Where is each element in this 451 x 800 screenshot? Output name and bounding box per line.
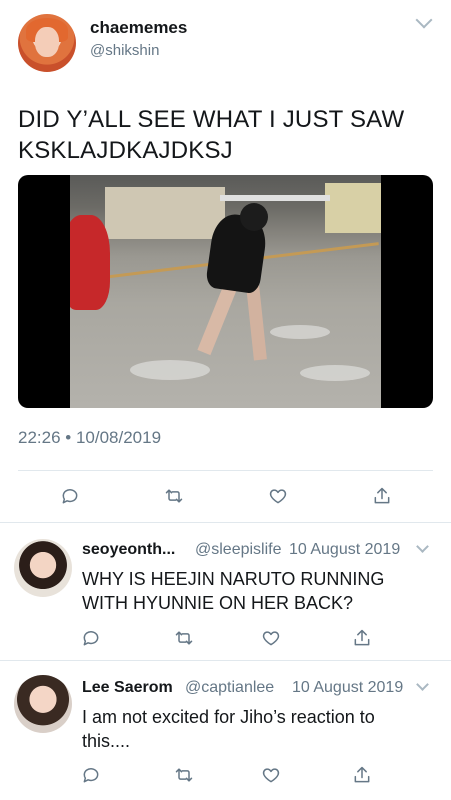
user-handle[interactable]: @shikshin <box>90 42 159 59</box>
chevron-down-icon[interactable] <box>416 540 429 553</box>
reply-tweet[interactable]: seoyeonth... @sleepislife 10 August 2019… <box>0 523 451 660</box>
retweet-icon[interactable] <box>163 485 185 507</box>
like-icon[interactable] <box>260 627 282 649</box>
puddle <box>270 325 330 339</box>
share-icon[interactable] <box>371 485 393 507</box>
display-name[interactable]: seoyeonth... <box>82 541 175 559</box>
user-handle[interactable]: @captianlee <box>185 679 274 697</box>
reply-date: 10 August 2019 <box>289 541 401 558</box>
reply-text-line-1: I am not excited for Jiho’s reaction to <box>82 707 375 727</box>
reply-text: I am not excited for Jiho’s reaction to … <box>82 705 427 753</box>
bg-building <box>105 187 225 239</box>
avatar-face <box>35 27 59 57</box>
display-name[interactable]: chaememes <box>90 18 187 38</box>
share-icon[interactable] <box>351 764 373 786</box>
user-avatar[interactable] <box>14 675 72 733</box>
user-avatar[interactable] <box>14 539 72 597</box>
tweet-text-line-2: KSKLAJDKAJDKSJ <box>18 137 233 164</box>
like-icon[interactable] <box>267 485 289 507</box>
video-frame <box>70 175 381 408</box>
user-handle[interactable]: @sleepislife <box>195 541 282 559</box>
reply-icon[interactable] <box>80 627 102 649</box>
reply-text-line-2: WITH HYUNNIE ON HER BACK? <box>82 593 354 613</box>
runner-head <box>240 203 268 231</box>
puddle <box>130 360 210 380</box>
reply-date: 10 August 2019 <box>292 679 404 696</box>
main-tweet: chaememes @shikshin DID Y’ALL SEE WHAT I… <box>0 0 451 522</box>
puddle <box>300 365 370 381</box>
user-avatar[interactable] <box>18 14 76 72</box>
bg-building <box>325 183 381 233</box>
tweet-timestamp: 22:26 • 10/08/2019 <box>18 428 162 447</box>
display-name[interactable]: Lee Saerom <box>82 679 173 697</box>
retweet-icon[interactable] <box>173 764 195 786</box>
like-icon[interactable] <box>260 764 282 786</box>
reply-icon[interactable] <box>80 764 102 786</box>
reply-text: WHY IS HEEJIN NARUTO RUNNING WITH HYUNNI… <box>82 567 427 615</box>
chevron-down-icon[interactable] <box>415 11 433 29</box>
reply-icon[interactable] <box>59 485 81 507</box>
video-media[interactable] <box>18 175 433 408</box>
bg-awning <box>220 195 330 201</box>
runner-leg <box>246 284 267 361</box>
person-red <box>70 215 110 310</box>
reply-text-line-2: this.... <box>82 731 131 751</box>
reply-tweet[interactable]: Lee Saerom @captianlee 10 August 2019 I … <box>0 661 451 800</box>
divider <box>18 470 433 471</box>
runner-leg <box>197 284 237 356</box>
share-icon[interactable] <box>351 627 373 649</box>
tweet-text-line-1: DID Y’ALL SEE WHAT I JUST SAW <box>18 106 405 133</box>
tweet-text: DID Y’ALL SEE WHAT I JUST SAW KSKLAJDKAJ… <box>18 104 433 166</box>
reply-text-line-1: WHY IS HEEJIN NARUTO RUNNING <box>82 569 385 589</box>
chevron-down-icon[interactable] <box>416 678 429 691</box>
retweet-icon[interactable] <box>173 627 195 649</box>
